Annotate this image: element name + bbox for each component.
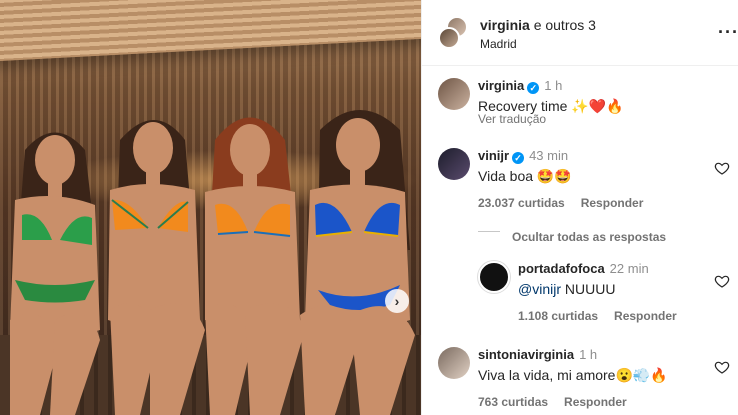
reply-button[interactable]: Responder — [614, 309, 677, 323]
chevron-right-icon: › — [394, 293, 400, 309]
comment-text: Viva la vida, mi amore😮💨🔥 — [478, 367, 668, 383]
verified-badge-icon: ✓ — [512, 152, 525, 164]
comment-username[interactable]: vinijr ✓ 43 min — [478, 148, 568, 164]
hide-replies-button[interactable]: Ocultar todas as respostas — [512, 230, 666, 244]
comment-time: 22 min — [609, 261, 649, 276]
person-3 — [205, 117, 305, 415]
mention-link[interactable]: @vinijr — [518, 281, 561, 297]
likes-count[interactable]: 763 curtidas — [478, 395, 548, 409]
comment-meta: 23.037 curtidas Responder — [478, 196, 659, 210]
likes-count[interactable]: 1.108 curtidas — [518, 309, 598, 323]
heart-icon[interactable] — [714, 273, 730, 289]
comment-text: Vida boa 🤩🤩 — [478, 168, 572, 184]
post-author-line: virginia e outros 3 — [480, 17, 596, 33]
verified-badge-icon: ✓ — [527, 82, 540, 94]
avatar[interactable] — [438, 347, 470, 379]
post-author[interactable]: virginia — [480, 17, 530, 33]
collab-avatar-primary[interactable] — [438, 27, 460, 49]
avatar[interactable] — [478, 261, 510, 293]
likes-count[interactable]: 23.037 curtidas — [478, 196, 565, 210]
heart-icon[interactable] — [714, 160, 730, 176]
reply-button[interactable]: Responder — [564, 395, 627, 409]
reply-button[interactable]: Responder — [581, 196, 644, 210]
avatar[interactable] — [438, 148, 470, 180]
person-4 — [300, 110, 415, 415]
post-header: virginia e outros 3 Madrid ··· — [422, 0, 738, 66]
comment-time: 1 h — [544, 78, 563, 93]
comment-meta: 763 curtidas Responder — [478, 395, 643, 409]
next-photo-button[interactable]: › — [385, 289, 409, 313]
post-photo: › — [0, 0, 421, 415]
comment-text: @vinijr NUUUU — [518, 281, 616, 297]
comment-time: 1 h — [579, 347, 598, 362]
avatar[interactable] — [438, 78, 470, 110]
post-side-panel: virginia e outros 3 Madrid ··· virginia ✓… — [421, 0, 738, 415]
comment-time: 43 min — [529, 148, 569, 163]
person-1 — [10, 132, 100, 415]
comment-username[interactable]: portadafofoca 22 min — [518, 261, 649, 276]
translate-link[interactable]: Ver tradução — [478, 112, 546, 126]
comment-username[interactable]: sintoniavirginia 1 h — [478, 347, 597, 362]
comment-username[interactable]: virginia ✓ 1 h — [478, 78, 562, 94]
comment-meta: 1.108 curtidas Responder — [518, 309, 693, 323]
replies-divider — [478, 231, 500, 232]
people-illustration — [10, 110, 415, 415]
heart-icon[interactable] — [714, 359, 730, 375]
post-location[interactable]: Madrid — [480, 37, 517, 51]
person-2 — [108, 120, 205, 415]
collaborators-link[interactable]: e outros 3 — [534, 17, 596, 33]
more-options-icon[interactable]: ··· — [718, 22, 738, 43]
